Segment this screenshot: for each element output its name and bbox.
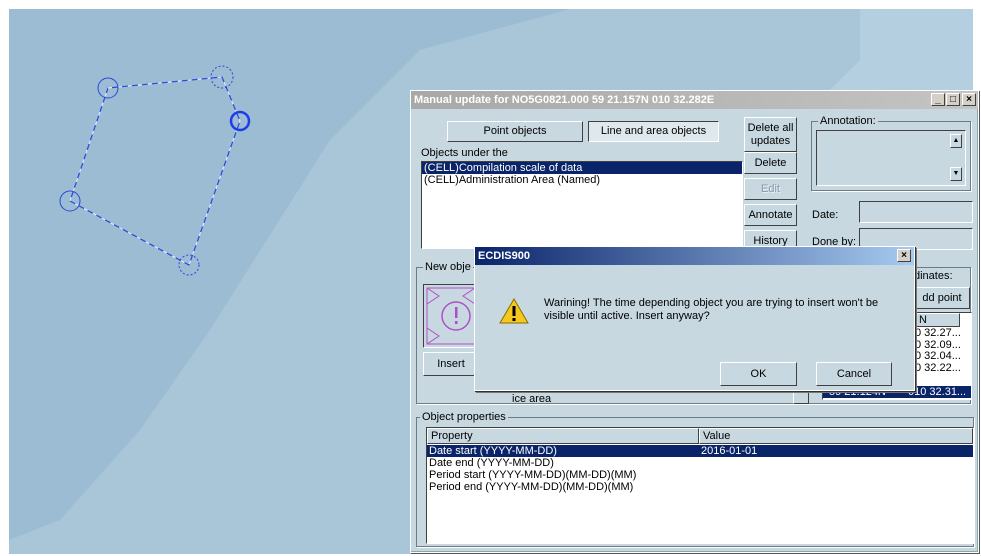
annotation-label: Annotation: <box>818 115 878 127</box>
property-cell: Date start (YYYY-MM-DD) <box>429 445 557 457</box>
dialog-title: ECDIS900 <box>478 250 530 262</box>
annotation-textarea[interactable] <box>816 130 966 186</box>
objects-list[interactable]: (CELL)Compilation scale of data (CELL)Ad… <box>421 161 743 249</box>
scroll-down-button[interactable]: ▼ <box>950 167 962 181</box>
warning-dialog: ECDIS900 × Warining! The time depending … <box>474 246 915 391</box>
list-item[interactable]: (CELL)Administration Area (Named) <box>422 174 742 186</box>
edit-button[interactable]: Edit <box>744 178 797 200</box>
date-label: Date: <box>812 209 839 221</box>
table-row[interactable]: Date start (YYYY-MM-DD) 2016-01-01 <box>427 445 973 457</box>
cancel-button[interactable]: Cancel <box>816 362 892 386</box>
property-cell: Date end (YYYY-MM-DD) <box>429 457 554 469</box>
maximize-icon: □ <box>949 94 957 105</box>
table-row[interactable]: Period end (YYYY-MM-DD)(MM-DD)(MM) <box>427 481 973 493</box>
object-type-dropdown[interactable] <box>793 392 809 404</box>
arrow-down-icon: ▼ <box>952 169 960 177</box>
dialog-close-button[interactable]: × <box>897 249 911 262</box>
tab-line-area-objects[interactable]: Line and area objects <box>588 121 719 142</box>
maximize-button[interactable]: □ <box>946 93 960 106</box>
chart-display[interactable]: Manual update for NO5G0821.000 59 21.157… <box>0 0 981 556</box>
tab-point-objects[interactable]: Point objects <box>447 121 583 142</box>
object-properties-group: Object properties Property Value Date st… <box>416 411 974 547</box>
close-button[interactable]: × <box>962 93 976 106</box>
delete-all-updates-button[interactable]: Delete all updates <box>744 117 797 152</box>
add-point-button[interactable]: dd point <box>914 287 970 309</box>
coord-header-longitude[interactable]: N <box>915 313 960 327</box>
delete-button[interactable]: Delete <box>744 152 797 174</box>
objects-label: Objects under the <box>421 147 508 159</box>
properties-table[interactable]: Property Value Date start (YYYY-MM-DD) 2… <box>426 427 974 544</box>
new-object-label: New obje <box>423 261 473 273</box>
value-cell: 2016-01-01 <box>701 445 758 457</box>
restricted-area-symbol-icon <box>426 287 476 345</box>
property-cell: Period start (YYYY-MM-DD)(MM-DD)(MM) <box>429 469 637 481</box>
warning-icon <box>499 298 529 324</box>
dialog-titlebar[interactable]: ECDIS900 <box>475 247 914 265</box>
column-header-property[interactable]: Property <box>427 428 699 444</box>
coordinates-label: dinates: <box>914 270 953 282</box>
coord-row[interactable]: 0 32.27... <box>915 327 961 340</box>
annotate-button[interactable]: Annotate <box>744 204 797 226</box>
list-item[interactable]: (CELL)Compilation scale of data <box>422 162 742 174</box>
dialog-message: Warining! The time depending object you … <box>544 297 879 322</box>
arrow-up-icon: ▲ <box>952 136 960 144</box>
coord-row[interactable]: 0 32.22... <box>915 362 961 375</box>
close-icon: × <box>901 250 907 261</box>
coord-lon: 010 32.31... <box>908 386 967 398</box>
insert-button[interactable]: Insert <box>423 352 479 376</box>
ok-button[interactable]: OK <box>720 362 797 386</box>
object-symbol-preview[interactable] <box>423 284 479 348</box>
minimize-button[interactable]: _ <box>931 93 945 106</box>
table-row[interactable]: Date end (YYYY-MM-DD) <box>427 457 973 469</box>
object-properties-label: Object properties <box>420 411 508 423</box>
table-row[interactable]: Period start (YYYY-MM-DD)(MM-DD)(MM) <box>427 469 973 481</box>
annotation-group: Annotation: ▲ ▼ <box>811 115 971 191</box>
scroll-up-button[interactable]: ▲ <box>950 134 962 148</box>
close-icon: × <box>966 94 972 105</box>
property-cell: Period end (YYYY-MM-DD)(MM-DD)(MM) <box>429 481 634 493</box>
window-titlebar[interactable]: Manual update for NO5G0821.000 59 21.157… <box>411 91 978 109</box>
minimize-icon: _ <box>935 94 941 105</box>
object-type-value: ice area <box>512 393 552 405</box>
window-title: Manual update for NO5G0821.000 59 21.157… <box>414 94 715 106</box>
date-field[interactable] <box>859 201 973 223</box>
column-header-value[interactable]: Value <box>699 428 973 444</box>
